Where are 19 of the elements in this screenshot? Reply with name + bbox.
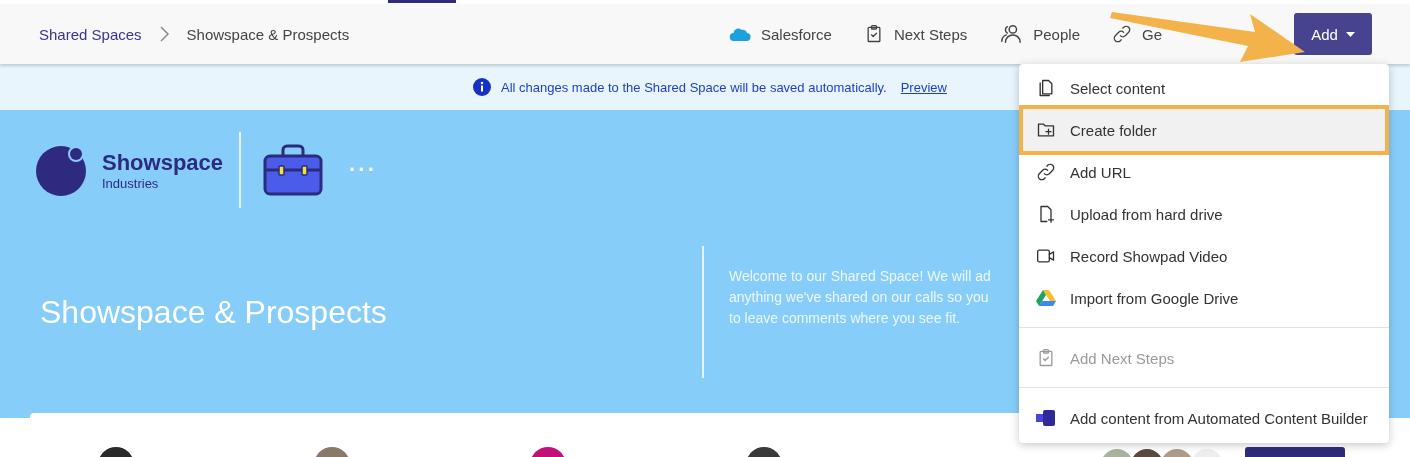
menu-item[interactable]: Add content from Automated Content Builder — [1019, 397, 1389, 439]
menu-item[interactable]: Import from Google Drive — [1019, 277, 1389, 319]
nav-item[interactable]: Salesforce — [729, 25, 832, 43]
nav-item[interactable]: Ge — [1112, 24, 1162, 44]
menu-item[interactable]: Add URL — [1019, 151, 1389, 193]
menu-item[interactable]: Select content — [1019, 67, 1389, 109]
banner-text: All changes made to the Shared Space will be saved automatically. — [501, 79, 887, 95]
page-title: Showspace & Prospects — [39, 293, 388, 331]
breadcrumb-link[interactable]: Shared Spaces — [39, 25, 142, 43]
menu-item[interactable]: Upload from hard drive — [1019, 193, 1389, 235]
brand-name: Showspace — [102, 149, 224, 176]
preview-link[interactable]: Preview — [900, 79, 947, 95]
nav-item[interactable]: Next Steps — [863, 24, 968, 44]
welcome-text: Welcome to our Shared Space! We will ad anything we've shared on our calls so you to leave comments where you see fit. — [729, 266, 992, 328]
menu-item[interactable]: Record Showpad Video — [1019, 235, 1389, 277]
breadcrumb-current: Showspace & Prospects — [186, 25, 350, 43]
brand-subtitle: Industries — [102, 175, 160, 191]
add-button[interactable]: Add — [1294, 13, 1372, 55]
nav-item[interactable]: People — [999, 23, 1080, 45]
